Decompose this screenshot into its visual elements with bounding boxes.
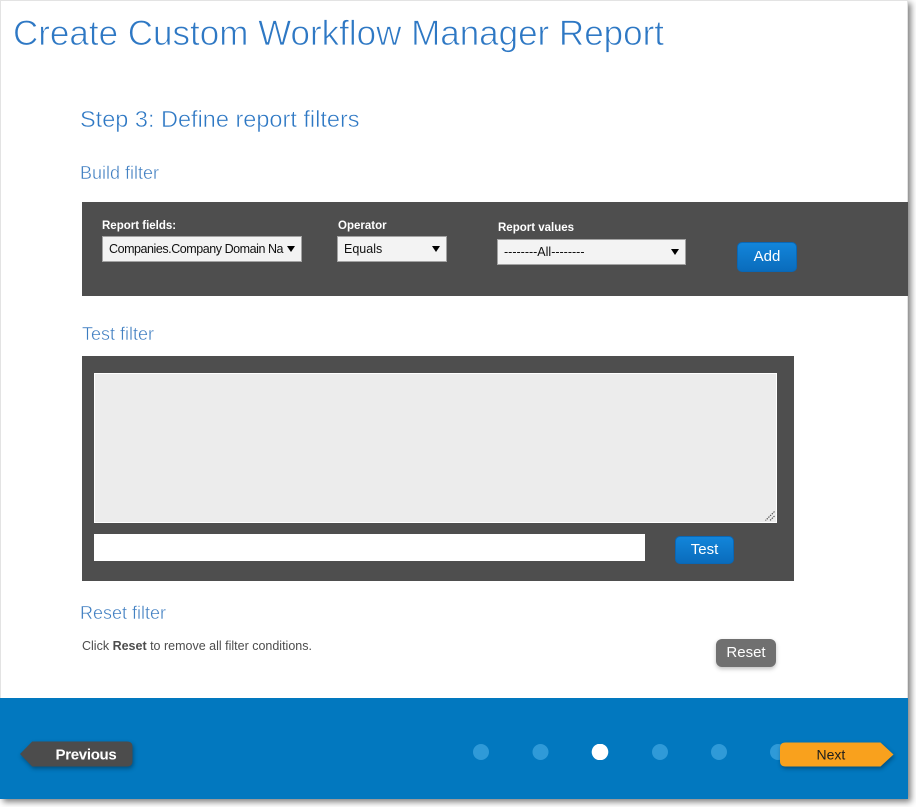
svg-text:Previous: Previous — [56, 747, 117, 764]
svg-text:Next: Next — [817, 747, 846, 763]
